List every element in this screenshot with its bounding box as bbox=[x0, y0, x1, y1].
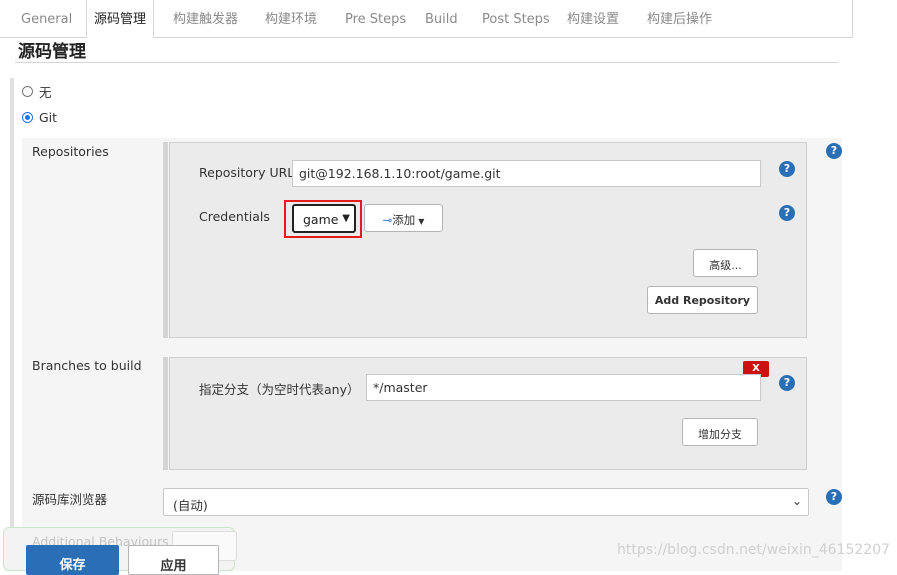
scm-git-radio[interactable] bbox=[22, 111, 33, 123]
add-branch-button[interactable]: 增加分支 bbox=[682, 418, 758, 446]
section-indent-bar bbox=[10, 78, 14, 571]
chevron-down-icon: ▼ bbox=[342, 213, 350, 224]
repository-url-input[interactable]: git@192.168.1.10:root/game.git bbox=[292, 160, 761, 187]
tab-pre-steps[interactable]: Pre Steps bbox=[345, 0, 406, 38]
tab-build-triggers[interactable]: 构建触发器 bbox=[173, 0, 238, 38]
scm-none-radio[interactable] bbox=[22, 85, 33, 97]
repository-url-help-icon[interactable]: ? bbox=[779, 161, 795, 177]
tab-build-environment[interactable]: 构建环境 bbox=[265, 0, 317, 38]
repository-url-label: Repository URL bbox=[199, 165, 295, 180]
add-credentials-label: 添加 bbox=[392, 213, 416, 227]
section-divider bbox=[15, 62, 838, 63]
repository-browser-select[interactable]: (自动) ⌄ bbox=[163, 488, 809, 516]
tab-general[interactable]: General bbox=[21, 0, 72, 38]
branches-indent-bar bbox=[163, 357, 168, 470]
branch-specifier-label: 指定分支（为空时代表any） bbox=[199, 382, 360, 397]
tab-source-management[interactable]: 源码管理 bbox=[86, 0, 155, 38]
repository-browser-label: 源码库浏览器 bbox=[32, 492, 108, 507]
repositories-label: Repositories bbox=[32, 144, 109, 159]
repositories-help-icon[interactable]: ? bbox=[826, 143, 842, 159]
scm-option-none[interactable]: 无 bbox=[22, 81, 52, 101]
scm-git-label: Git bbox=[39, 109, 58, 125]
key-icon: ⊸ bbox=[382, 213, 393, 227]
branch-specifier-input[interactable]: */master bbox=[366, 374, 761, 401]
watermark-text: https://blog.csdn.net/weixin_46152207 bbox=[617, 542, 891, 558]
credentials-help-icon[interactable]: ? bbox=[779, 205, 795, 221]
tab-post-build-actions[interactable]: 构建后操作 bbox=[647, 0, 712, 38]
caret-down-icon: ▼ bbox=[418, 217, 425, 226]
repository-browser-help-icon[interactable]: ? bbox=[826, 489, 842, 505]
add-repository-button[interactable]: Add Repository bbox=[647, 286, 758, 314]
credentials-label: Credentials bbox=[199, 209, 270, 224]
credentials-select-value: game bbox=[303, 212, 339, 227]
credentials-select[interactable]: game ▼ bbox=[292, 204, 356, 233]
branches-label: Branches to build bbox=[32, 358, 142, 373]
scm-option-git[interactable]: Git bbox=[22, 107, 57, 127]
advanced-button[interactable]: 高级... bbox=[693, 249, 758, 277]
branch-specifier-help-icon[interactable]: ? bbox=[779, 375, 795, 391]
tab-build-settings[interactable]: 构建设置 bbox=[567, 0, 619, 38]
chevron-down-icon: ⌄ bbox=[791, 494, 802, 508]
tab-build[interactable]: Build bbox=[425, 0, 458, 38]
tab-bar-edge bbox=[852, 0, 853, 38]
repositories-indent-bar bbox=[163, 142, 168, 338]
repository-browser-value: (自动) bbox=[173, 498, 208, 513]
section-title: 源码管理 bbox=[18, 42, 86, 62]
add-credentials-button[interactable]: ⊸添加 ▼ bbox=[364, 204, 443, 232]
scm-none-label: 无 bbox=[39, 84, 52, 100]
tab-post-steps[interactable]: Post Steps bbox=[482, 0, 550, 38]
